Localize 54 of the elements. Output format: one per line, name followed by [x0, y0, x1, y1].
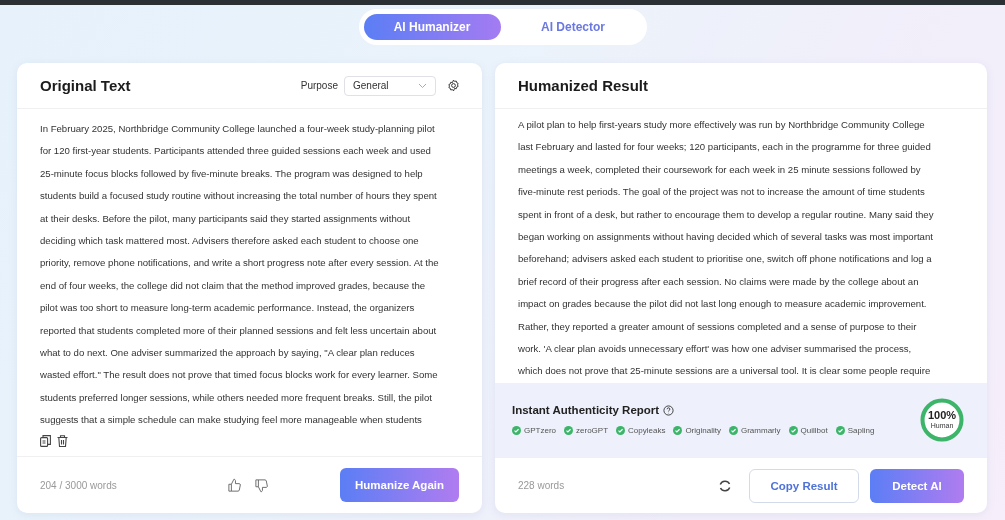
text-line: spent in front of a desk, but rather to encourage them to develop a regular routine. Many said they: [518, 207, 935, 222]
text-line: 25-minute focus blocks followed by five-minute breaks. The program was designed to help: [40, 166, 424, 181]
thumbs-down-icon[interactable]: [254, 477, 270, 493]
help-icon[interactable]: [663, 404, 675, 416]
report-title: Instant Authenticity Report: [512, 404, 660, 417]
detector-name: Sapling: [847, 426, 875, 436]
text-line: reported that students completed more of their planned sessions and felt less uncertain about: [40, 323, 438, 338]
mode-tab[interactable]: AI Detector: [504, 14, 642, 40]
text-line: wasted effort." The result does not prove that timed focus blocks work for every learner. Some: [40, 368, 439, 383]
purpose-dropdown[interactable]: General: [344, 75, 436, 96]
detect-ai-button[interactable]: Detect AI: [870, 468, 964, 503]
word-count: 228 words: [518, 480, 565, 492]
text-line: In February 2025, Northbridge Community College launched a four-week study-planning pilot: [40, 122, 436, 136]
text-line: deciding which task mattered most. Advisers therefore asked each student to choose one: [40, 234, 420, 249]
copy-icon[interactable]: [40, 434, 51, 447]
text-line: last February and lasted for four weeks; 120 participants, each in the programme for three guided: [518, 140, 932, 155]
chevron-icon: [418, 82, 427, 89]
text-line: for 120 first-year students. Participants attended three guided sessions each week and used: [40, 144, 432, 159]
text-line: work. 'A clear plan avoids unnecessary effort' was how one adviser summarised the process,: [518, 342, 913, 357]
detector-name: Grammarly: [740, 426, 781, 436]
panel-title: Original Text: [40, 77, 131, 94]
text-line: Rather, they reported a greater amount of sessions completed and a sense of purpose to their: [518, 319, 918, 334]
text-line: meetings a week, completed their coursework for each week in 25 minute sessions followed by: [518, 162, 922, 177]
detector-name: Originality: [685, 426, 721, 436]
copy-result-button[interactable]: Copy Result: [749, 468, 859, 503]
settings-icon[interactable]: [447, 79, 460, 92]
text-line: which does not prove that 25-minute sessions are a universal tool. It is clear some people require: [518, 364, 932, 379]
text-line: beforehand; advisers asked each student to prioritise one, switch off phone notifications and log a: [518, 252, 933, 267]
trash-icon[interactable]: [57, 434, 68, 447]
purpose-label: Purpose: [300, 80, 338, 91]
text-line: priority, remove phone notifications, and write a short progress note after every session. At the: [40, 256, 440, 271]
score-value: 100%: [927, 409, 957, 422]
refresh-icon[interactable]: [718, 478, 732, 493]
humanize-again-button[interactable]: Humanize Again: [340, 468, 459, 502]
text-line: what to do next. One adviser summarized the approach by saying, "A clear plan reduces: [40, 346, 416, 361]
text-line: began working on assignments without having decided which of several tasks was most important: [518, 230, 934, 245]
panel-title: Humanized Result: [518, 77, 649, 94]
text-line: pilot was too short to measure long-term academic performance. Instead, the organizers: [40, 301, 416, 316]
text-line: end of four weeks, the college did not claim that the method improved grades, because the: [40, 278, 427, 293]
word-count: 204 / 3000 words: [40, 479, 117, 491]
text-line: students preferred longer sessions, while others needed more frequent breaks. Still, the pilot: [40, 390, 433, 405]
text-line: suggests that a simple schedule can make studying feel more manageable when students: [40, 413, 423, 428]
text-line: impact on grades because the pilot did not last long enough to measure academic improvement.: [518, 297, 928, 312]
text-line: students build a focused study routine without increasing the total number of hours they spent: [40, 189, 438, 204]
text-line: five-minute rest periods. The goal of the project was not to increase the amount of time students: [518, 185, 926, 200]
detector-name: Quillbot: [800, 426, 828, 436]
detector-name: zeroGPT: [576, 426, 609, 436]
detector-name: Copyleaks: [628, 426, 666, 436]
text-line: brief record of their progress after each session. No claims were made by the college about an: [518, 274, 920, 289]
mode-tab[interactable]: AI Humanizer: [363, 14, 501, 40]
text-line: at their desks. Before the pilot, many participants said they started assignments without: [40, 211, 412, 226]
detector-name: GPTzero: [524, 426, 556, 436]
text-line: A pilot plan to help first-years study more effectively was run by Northbridge Community College: [518, 118, 926, 132]
thumbs-up-icon[interactable]: [227, 477, 243, 493]
